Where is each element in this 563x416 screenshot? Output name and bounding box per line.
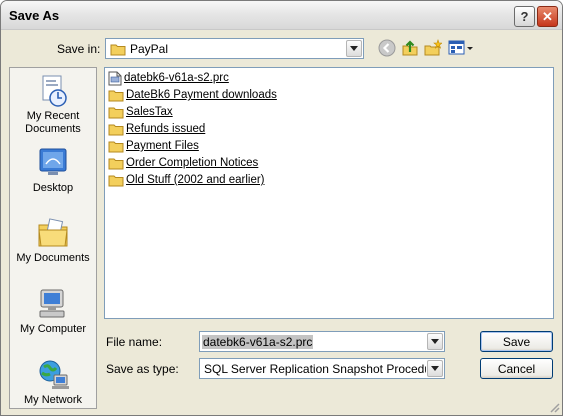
file-name: SalesTax	[126, 106, 173, 118]
folder-icon	[108, 141, 124, 153]
save-in-value: PayPal	[130, 42, 169, 56]
file-list[interactable]: datebk6-v61a-s2.prc DateBk6 Payment down…	[104, 67, 554, 319]
save-type-label: Save as type:	[106, 362, 179, 376]
list-item[interactable]: SalesTax	[108, 104, 173, 120]
save-button[interactable]: Save	[480, 331, 553, 352]
file-name-label: File name:	[106, 335, 163, 349]
file-name: Order Completion Notices	[126, 157, 259, 169]
list-item[interactable]: Payment Files	[108, 138, 199, 154]
file-name: Payment Files	[126, 140, 199, 152]
folder-icon	[108, 158, 124, 170]
desktop-icon	[39, 148, 67, 175]
new-folder-icon[interactable]	[424, 39, 442, 57]
places-bar: My Recent Documents Desktop My Documents	[9, 67, 97, 409]
file-name: Refunds issued	[126, 123, 206, 135]
title-bar[interactable]: Save As ? ✕	[1, 1, 562, 30]
folder-icon	[108, 107, 124, 119]
place-label: My Documents	[16, 252, 90, 264]
file-icon	[108, 71, 122, 85]
place-label: My Network	[23, 394, 83, 406]
place-my-documents[interactable]: My Documents	[10, 216, 96, 265]
file-name: DateBk6 Payment downloads	[126, 89, 277, 101]
back-icon[interactable]	[378, 39, 396, 57]
recent-documents-icon	[42, 75, 67, 107]
place-desktop[interactable]: Desktop	[10, 146, 96, 195]
close-icon: ✕	[542, 8, 553, 24]
save-button-label: Save	[502, 334, 531, 349]
save-in-dropdown-button[interactable]	[346, 40, 362, 57]
chevron-down-icon	[350, 46, 358, 51]
cancel-button-label: Cancel	[497, 361, 536, 376]
views-menu-icon[interactable]	[448, 39, 474, 57]
file-name: Old Stuff (2002 and earlier)	[126, 174, 265, 186]
file-name-field[interactable]: datebk6-v61a-s2.prc	[199, 331, 445, 352]
list-item[interactable]: Old Stuff (2002 and earlier)	[108, 172, 265, 188]
file-name-dropdown-button[interactable]	[427, 333, 443, 350]
up-folder-icon[interactable]	[401, 39, 419, 57]
folder-icon	[110, 44, 126, 56]
save-in-label: Save in:	[57, 42, 101, 56]
place-my-network[interactable]: My Network	[10, 358, 96, 407]
help-icon: ?	[520, 9, 529, 24]
my-network-icon	[39, 360, 69, 389]
save-type-dropdown[interactable]: SQL Server Replication Snapshot Procedur…	[199, 358, 445, 379]
file-name: datebk6-v61a-s2.prc	[124, 72, 229, 84]
my-documents-icon	[38, 218, 68, 247]
close-button[interactable]: ✕	[537, 6, 558, 27]
help-button[interactable]: ?	[514, 6, 535, 27]
list-item[interactable]: Refunds issued	[108, 121, 205, 137]
list-item[interactable]: DateBk6 Payment downloads	[108, 87, 277, 103]
chevron-down-icon	[431, 366, 439, 371]
save-type-value: SQL Server Replication Snapshot Procedur…	[204, 362, 426, 376]
place-label: Desktop	[32, 182, 74, 194]
file-name-input-value: datebk6-v61a-s2.prc	[202, 335, 314, 349]
place-my-computer[interactable]: My Computer	[10, 287, 96, 336]
folder-icon	[108, 175, 124, 187]
place-label: My Computer	[19, 323, 87, 335]
my-computer-icon	[39, 289, 65, 318]
list-item[interactable]: datebk6-v61a-s2.prc	[108, 70, 229, 86]
dialog-title: Save As	[9, 8, 60, 23]
save-type-dropdown-button[interactable]	[427, 360, 443, 377]
resize-grip-icon[interactable]	[548, 401, 560, 413]
list-item[interactable]: Order Completion Notices	[108, 155, 258, 171]
chevron-down-icon	[431, 339, 439, 344]
save-as-dialog: Save As ? ✕ Save in: PayPal My Recent Do…	[0, 0, 563, 416]
place-label: My Recent Documents	[25, 110, 81, 135]
cancel-button[interactable]: Cancel	[480, 358, 553, 379]
folder-icon	[108, 124, 124, 136]
place-my-recent-documents[interactable]: My Recent Documents	[10, 74, 96, 136]
folder-icon	[108, 90, 124, 102]
save-in-dropdown[interactable]: PayPal	[105, 38, 364, 59]
